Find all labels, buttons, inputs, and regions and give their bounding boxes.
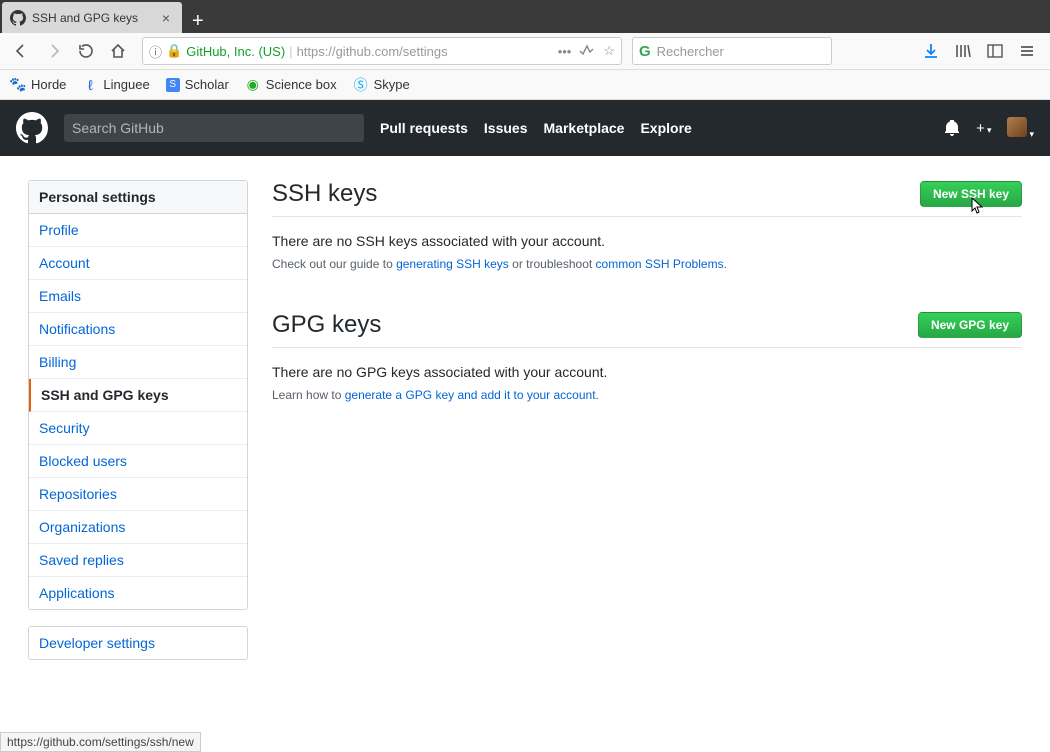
downloads-icon[interactable] bbox=[922, 42, 940, 60]
main-content: SSH keys New SSH key There are no SSH ke… bbox=[272, 180, 1022, 704]
gpg-keys-section: GPG keys New GPG key There are no GPG ke… bbox=[272, 311, 1022, 402]
sidebar-item-notifications[interactable]: Notifications bbox=[29, 313, 247, 346]
user-menu[interactable]: ▾ bbox=[1007, 117, 1034, 140]
bookmark-star-icon[interactable]: ☆ bbox=[603, 43, 615, 59]
menu-icon[interactable] bbox=[1018, 42, 1036, 60]
nav-bar: ⓘ 🔒 GitHub, Inc. (US) | https://github.c… bbox=[0, 33, 1050, 70]
ssh-keys-section: SSH keys New SSH key There are no SSH ke… bbox=[272, 180, 1022, 271]
browser-search-box[interactable]: G Rechercher bbox=[632, 37, 832, 65]
sidebar-item-saved-replies[interactable]: Saved replies bbox=[29, 544, 247, 577]
sidebar-item-blocked-users[interactable]: Blocked users bbox=[29, 445, 247, 478]
site-identity: GitHub, Inc. (US) bbox=[186, 44, 285, 59]
site-info-icon[interactable]: ⓘ bbox=[149, 42, 162, 61]
sidebar-icon[interactable] bbox=[986, 42, 1004, 60]
sidebar-item-organizations[interactable]: Organizations bbox=[29, 511, 247, 544]
lock-icon: 🔒 bbox=[166, 43, 182, 59]
ssh-note: Check out our guide to generating SSH ke… bbox=[272, 257, 1022, 271]
sidebar-item-developer-settings[interactable]: Developer settings bbox=[29, 627, 247, 659]
bookmark-linguee[interactable]: ℓLinguee bbox=[82, 77, 149, 93]
github-favicon bbox=[10, 10, 26, 26]
browser-status-bar: https://github.com/settings/ssh/new bbox=[0, 732, 201, 752]
github-search-input[interactable] bbox=[64, 114, 364, 142]
scholar-icon: S bbox=[166, 78, 180, 92]
search-placeholder: Rechercher bbox=[657, 44, 724, 59]
bookmark-sciencebox[interactable]: ◉Science box bbox=[245, 77, 337, 93]
nav-marketplace[interactable]: Marketplace bbox=[544, 120, 625, 136]
url-more-icon[interactable]: ••• bbox=[558, 44, 572, 59]
common-ssh-problems-link[interactable]: common SSH Problems bbox=[596, 257, 724, 271]
create-new-icon[interactable]: +▾ bbox=[976, 120, 991, 137]
sciencebox-icon: ◉ bbox=[245, 77, 261, 93]
bookmark-skype[interactable]: ⓈSkype bbox=[353, 77, 410, 93]
nav-pull-requests[interactable]: Pull requests bbox=[380, 120, 468, 136]
new-tab-button[interactable]: + bbox=[182, 10, 214, 33]
nav-issues[interactable]: Issues bbox=[484, 120, 528, 136]
gpg-note: Learn how to generate a GPG key and add … bbox=[272, 388, 1022, 402]
notifications-icon[interactable] bbox=[944, 120, 960, 136]
page-content: Personal settings Profile Account Emails… bbox=[0, 156, 1050, 728]
ssh-keys-heading: SSH keys bbox=[272, 180, 377, 208]
new-ssh-key-button[interactable]: New SSH key bbox=[920, 181, 1022, 207]
sidebar-item-billing[interactable]: Billing bbox=[29, 346, 247, 379]
personal-settings-menu: Personal settings Profile Account Emails… bbox=[28, 180, 248, 610]
linguee-icon: ℓ bbox=[82, 77, 98, 93]
forward-button[interactable] bbox=[40, 37, 68, 65]
sidebar-item-profile[interactable]: Profile bbox=[29, 214, 247, 247]
nav-explore[interactable]: Explore bbox=[640, 120, 691, 136]
generating-ssh-keys-link[interactable]: generating SSH keys bbox=[396, 257, 509, 271]
sidebar-item-security[interactable]: Security bbox=[29, 412, 247, 445]
tab-bar: SSH and GPG keys × + bbox=[0, 0, 1050, 33]
google-icon: G bbox=[639, 43, 651, 60]
horde-icon: 🐾 bbox=[10, 77, 26, 93]
github-header: Pull requests Issues Marketplace Explore… bbox=[0, 100, 1050, 156]
back-button[interactable] bbox=[8, 37, 36, 65]
sidebar-item-repositories[interactable]: Repositories bbox=[29, 478, 247, 511]
reader-icon[interactable] bbox=[579, 44, 595, 58]
home-button[interactable] bbox=[104, 37, 132, 65]
sidebar-item-ssh-gpg-keys[interactable]: SSH and GPG keys bbox=[29, 379, 247, 412]
bookmarks-bar: 🐾Horde ℓLinguee SScholar ◉Science box ⓈS… bbox=[0, 70, 1050, 100]
ssh-empty-message: There are no SSH keys associated with yo… bbox=[272, 233, 1022, 249]
sidebar-item-applications[interactable]: Applications bbox=[29, 577, 247, 609]
url-text: https://github.com/settings bbox=[297, 44, 448, 59]
browser-tab[interactable]: SSH and GPG keys × bbox=[2, 2, 182, 33]
gpg-empty-message: There are no GPG keys associated with yo… bbox=[272, 364, 1022, 380]
tab-title: SSH and GPG keys bbox=[32, 11, 152, 25]
github-logo[interactable] bbox=[16, 112, 48, 144]
generate-gpg-key-link[interactable]: generate a GPG key and add it to your ac… bbox=[345, 388, 596, 402]
sidebar-item-account[interactable]: Account bbox=[29, 247, 247, 280]
avatar bbox=[1007, 117, 1027, 137]
bookmark-horde[interactable]: 🐾Horde bbox=[10, 77, 66, 93]
developer-settings-menu: Developer settings bbox=[28, 626, 248, 660]
library-icon[interactable] bbox=[954, 42, 972, 60]
settings-sidebar: Personal settings Profile Account Emails… bbox=[28, 180, 248, 704]
browser-chrome: SSH and GPG keys × + ⓘ 🔒 GitHub, Inc. (U… bbox=[0, 0, 1050, 100]
reload-button[interactable] bbox=[72, 37, 100, 65]
gpg-keys-heading: GPG keys bbox=[272, 311, 381, 339]
bookmark-scholar[interactable]: SScholar bbox=[166, 77, 229, 92]
menu-header: Personal settings bbox=[29, 181, 247, 214]
new-gpg-key-button[interactable]: New GPG key bbox=[918, 312, 1022, 338]
sidebar-item-emails[interactable]: Emails bbox=[29, 280, 247, 313]
url-bar[interactable]: ⓘ 🔒 GitHub, Inc. (US) | https://github.c… bbox=[142, 37, 622, 65]
github-nav: Pull requests Issues Marketplace Explore bbox=[380, 120, 692, 136]
skype-icon: Ⓢ bbox=[353, 77, 369, 93]
tab-close-button[interactable]: × bbox=[158, 10, 174, 26]
